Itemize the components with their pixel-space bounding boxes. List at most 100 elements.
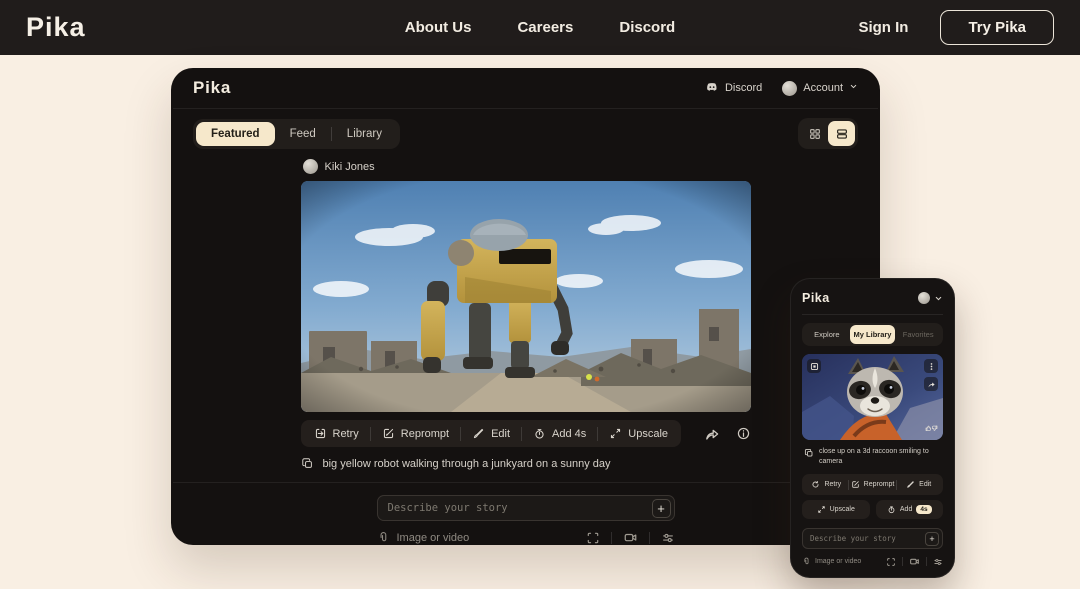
- share-button[interactable]: [704, 426, 720, 442]
- robot-video[interactable]: [301, 181, 751, 412]
- reprompt-button[interactable]: Reprompt: [373, 423, 458, 444]
- brush-icon: [472, 427, 485, 440]
- retry-icon: [811, 480, 820, 489]
- sliders-icon: [933, 557, 943, 567]
- mobile-account-avatar: [918, 292, 930, 304]
- frame-corners-icon: [886, 557, 896, 567]
- mobile-reprompt-button[interactable]: Reprompt: [849, 476, 897, 493]
- reprompt-icon: [382, 427, 395, 440]
- sliders-icon: [661, 531, 675, 545]
- chevron-down-icon: [849, 82, 858, 94]
- mobile-account-menu[interactable]: [918, 292, 943, 304]
- creator-row[interactable]: Kiki Jones: [303, 159, 751, 174]
- upscale-icon: [817, 505, 826, 514]
- video-actions: Retry Reprompt Edit Add 4s: [301, 420, 682, 447]
- retry-icon: [314, 427, 327, 440]
- prompt-box: +: [377, 495, 675, 521]
- icon-divider: [926, 557, 927, 566]
- nav-link-about-us[interactable]: About Us: [405, 19, 472, 36]
- action-divider: [370, 427, 371, 441]
- mobile-edit-button[interactable]: Edit: [897, 476, 940, 493]
- action-divider: [460, 427, 461, 441]
- mobile-camera-button[interactable]: [909, 556, 920, 567]
- discord-icon: [705, 80, 719, 97]
- discord-link[interactable]: Discord: [705, 80, 762, 97]
- feed-tab-group: Featured Feed Library: [193, 119, 400, 149]
- account-menu[interactable]: Account: [782, 81, 858, 96]
- bottom-divider: [173, 482, 878, 483]
- video-prompt-text: big yellow robot walking through a junky…: [323, 458, 611, 470]
- nav-links: About Us Careers Discord: [405, 19, 675, 36]
- creator-name: Kiki Jones: [325, 161, 375, 173]
- reprompt-icon: [851, 480, 860, 489]
- mobile-upscale-button[interactable]: Upscale: [802, 500, 870, 519]
- share-icon: [927, 380, 936, 389]
- tab-feed[interactable]: Feed: [275, 122, 331, 146]
- stopwatch-icon: [887, 505, 896, 514]
- frame-badge-icon[interactable]: [807, 359, 821, 373]
- desktop-pika-logo: Pika: [193, 78, 231, 98]
- mobile-add-4s-button[interactable]: Add 4s: [876, 500, 944, 519]
- more-options-button[interactable]: [924, 359, 938, 373]
- mobile-copy-prompt-button[interactable]: [804, 448, 814, 467]
- top-navigation: Pika About Us Careers Discord Sign In Tr…: [0, 0, 1080, 55]
- mobile-image-or-video-upload[interactable]: Image or video: [802, 557, 861, 566]
- mobile-settings-sliders-button[interactable]: [933, 557, 943, 567]
- view-toggle-group: [798, 118, 858, 149]
- mobile-share-button[interactable]: [924, 377, 938, 391]
- icon-divider: [902, 557, 903, 566]
- duration-badge: 4s: [916, 505, 931, 514]
- raccoon-scene: [802, 354, 943, 440]
- info-button[interactable]: [736, 426, 751, 441]
- settings-sliders-button[interactable]: [661, 531, 675, 545]
- mobile-tab-group: Explore My Library Favorites: [802, 323, 943, 346]
- copy-icon: [804, 448, 814, 458]
- edit-button[interactable]: Edit: [463, 423, 519, 444]
- add-4s-button[interactable]: Add 4s: [524, 423, 595, 444]
- mobile-tab-explore[interactable]: Explore: [804, 325, 850, 344]
- icon-divider: [649, 532, 650, 544]
- aspect-ratio-button[interactable]: [586, 531, 600, 545]
- copy-icon: [301, 457, 314, 470]
- mobile-prompt-box: +: [802, 528, 943, 549]
- thumbs-icons: [925, 423, 938, 433]
- pika-logo[interactable]: Pika: [26, 12, 86, 43]
- video-camera-icon: [623, 530, 638, 545]
- mobile-header-divider: [802, 314, 943, 315]
- nav-link-careers[interactable]: Careers: [517, 19, 573, 36]
- rows-icon: [835, 127, 849, 141]
- paperclip-icon: [802, 557, 811, 566]
- grid-view-button[interactable]: [801, 121, 828, 146]
- mobile-add-prompt-button[interactable]: +: [925, 532, 939, 546]
- add-prompt-button[interactable]: +: [652, 499, 671, 518]
- icon-divider: [611, 532, 612, 544]
- mobile-video-card: close up on a 3d raccoon smiling to came…: [802, 354, 943, 519]
- robot-junkyard-scene: [301, 181, 751, 412]
- rate-buttons[interactable]: [924, 421, 938, 435]
- raccoon-video[interactable]: [802, 354, 943, 440]
- nav-link-discord[interactable]: Discord: [619, 19, 675, 36]
- mobile-retry-button[interactable]: Retry: [805, 476, 848, 493]
- mobile-tab-my-library[interactable]: My Library: [850, 325, 896, 344]
- list-view-button[interactable]: [828, 121, 855, 146]
- camera-button[interactable]: [623, 530, 638, 545]
- brush-icon: [906, 480, 915, 489]
- account-menu-label: Account: [803, 82, 843, 94]
- describe-story-input[interactable]: [378, 502, 674, 514]
- tab-featured[interactable]: Featured: [196, 122, 275, 146]
- retry-button[interactable]: Retry: [305, 423, 368, 444]
- upscale-button[interactable]: Upscale: [600, 423, 677, 444]
- mobile-pika-logo: Pika: [802, 291, 830, 305]
- info-icon: [736, 426, 751, 441]
- sign-in-link[interactable]: Sign In: [858, 19, 908, 36]
- mobile-actions-row1: Retry Reprompt Edit: [802, 474, 943, 495]
- mobile-aspect-ratio-button[interactable]: [886, 557, 896, 567]
- mobile-describe-story-input[interactable]: [803, 534, 942, 543]
- frame-corners-icon: [586, 531, 600, 545]
- copy-prompt-button[interactable]: [301, 457, 314, 470]
- mobile-tab-favorites[interactable]: Favorites: [895, 325, 941, 344]
- mobile-prompt-text: close up on a 3d raccoon smiling to came…: [819, 447, 941, 467]
- try-pika-button[interactable]: Try Pika: [940, 10, 1054, 45]
- image-or-video-upload[interactable]: Image or video: [377, 531, 470, 544]
- tab-library[interactable]: Library: [332, 122, 397, 146]
